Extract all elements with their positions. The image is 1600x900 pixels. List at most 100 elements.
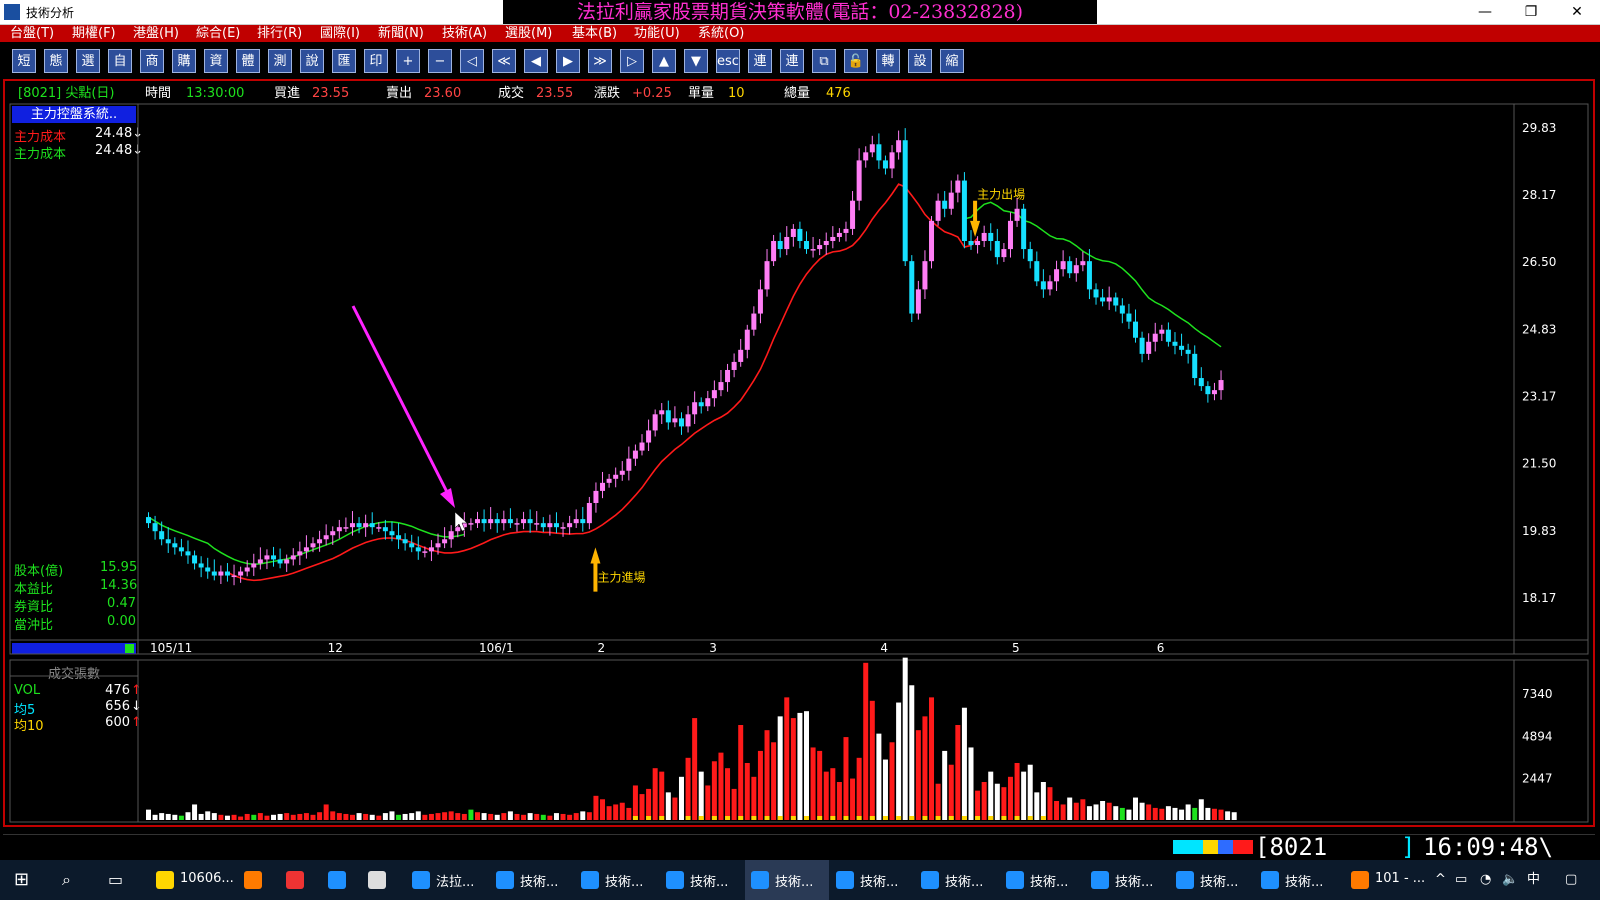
toolbar-explain-button[interactable]: 說: [300, 49, 324, 73]
taskbar-app-icon: [1351, 871, 1369, 889]
taskbar-app-icon: [412, 871, 430, 889]
toolbar-short-button[interactable]: 短: [12, 49, 36, 73]
toolbar-forward-button[interactable]: ▶: [556, 49, 580, 73]
toolbar-zoom-in-button[interactable]: +: [396, 49, 420, 73]
menu-fundamental[interactable]: 基本(B): [572, 25, 617, 42]
toolbar-purchase-button[interactable]: 購: [172, 49, 196, 73]
tray-chevron-icon[interactable]: ^: [1435, 868, 1446, 892]
taskbar-app-label: 技術...: [1115, 875, 1154, 890]
taskbar-app-3[interactable]: [322, 860, 360, 900]
menu-screener[interactable]: 選股(M): [505, 25, 552, 42]
taskbar-app-16[interactable]: 101 - ...: [1345, 860, 1429, 900]
restore-button[interactable]: ❐: [1508, 0, 1554, 24]
toolbar-window-button[interactable]: ⧉: [812, 49, 836, 73]
taskbar-app-icon: [1006, 871, 1024, 889]
close-button[interactable]: ✕: [1554, 0, 1600, 24]
taskbar-app-12[interactable]: 技術...: [1000, 860, 1084, 900]
toolbar-link-b-button[interactable]: 連: [780, 49, 804, 73]
taskbar-app-1[interactable]: [238, 860, 276, 900]
toolbar-print-button[interactable]: 印: [364, 49, 388, 73]
toolbar-test-button[interactable]: 測: [268, 49, 292, 73]
taskbar-app-label: 技術...: [1200, 875, 1239, 890]
toolbar-custom-button[interactable]: 自: [108, 49, 132, 73]
title-bar: 技術分析 法拉利贏家股票期貨決策軟體(電話：02-23832828) — ❐ ✕: [0, 0, 1600, 25]
menu-news[interactable]: 新聞(N): [378, 25, 424, 42]
toolbar-link-a-button[interactable]: 連: [748, 49, 772, 73]
menu-options[interactable]: 期權(F): [72, 25, 116, 42]
menu-international[interactable]: 國際(I): [320, 25, 360, 42]
toolbar-first-button[interactable]: ◁: [460, 49, 484, 73]
notification-icon[interactable]: ▢: [1565, 868, 1577, 892]
menu-hk[interactable]: 港盤(H): [133, 25, 179, 42]
taskbar-app-2[interactable]: [280, 860, 318, 900]
chart-frame: [3, 79, 1595, 827]
menu-bar: 台盤(T) 期權(F) 港盤(H) 綜合(E) 排行(R) 國際(I) 新聞(N…: [0, 25, 1600, 42]
volume-icon[interactable]: 🔈: [1502, 868, 1518, 892]
scroll-thumb[interactable]: [125, 644, 134, 653]
volume-value: 10: [728, 86, 745, 101]
taskbar-app-4[interactable]: [362, 860, 400, 900]
toolbar-lock-button[interactable]: 🔓: [844, 49, 868, 73]
toolbar-fast-forward-button[interactable]: ≫: [588, 49, 612, 73]
status-bar: [8021 ] 16:09:48\: [3, 833, 1595, 861]
minimize-button[interactable]: —: [1462, 0, 1508, 24]
taskbar-app-15[interactable]: 技術...: [1255, 860, 1339, 900]
battery-icon[interactable]: ▭: [1455, 868, 1467, 892]
ma10-arrow: ↑: [131, 715, 142, 730]
taskbar-app-icon: [666, 871, 684, 889]
taskbar-app-label: 10606...: [180, 871, 234, 886]
ma5-arrow: ↓: [131, 699, 142, 714]
bid-value: 23.55: [312, 86, 350, 101]
toolbar-back-button[interactable]: ◀: [524, 49, 548, 73]
wifi-icon[interactable]: ◔: [1480, 868, 1491, 892]
scroll-bar[interactable]: [12, 643, 136, 654]
control-system-header[interactable]: 主力控盤系統..: [12, 106, 136, 123]
fund-value-daytrade: 0.00: [107, 614, 136, 629]
toolbar-select-button[interactable]: 選: [76, 49, 100, 73]
toolbar-up-button[interactable]: ▲: [652, 49, 676, 73]
ask-label: 賣出: [386, 86, 413, 101]
app-title: 技術分析: [26, 6, 75, 20]
menu-system[interactable]: 系統(O): [698, 25, 744, 42]
start-icon[interactable]: ⊞: [14, 868, 34, 892]
taskbar-app-0[interactable]: 10606...: [150, 860, 234, 900]
toolbar-last-button[interactable]: ▷: [620, 49, 644, 73]
toolbar-data-button[interactable]: 資: [204, 49, 228, 73]
taskbar-app-6[interactable]: 技術...: [490, 860, 574, 900]
menu-composite[interactable]: 綜合(E): [196, 25, 240, 42]
search-icon[interactable]: ⌕: [62, 868, 82, 892]
windows-taskbar: ⊞ ⌕ ▭ 10606... 法拉... 技術... 技術... 技術... 技術... 技…: [0, 860, 1600, 900]
taskbar-app-icon: [581, 871, 599, 889]
vol-arrow: ↑: [131, 683, 142, 698]
menu-taipan[interactable]: 台盤(T): [10, 25, 54, 42]
taskbar-app-5[interactable]: 法拉...: [406, 860, 490, 900]
taskbar-app-13[interactable]: 技術...: [1085, 860, 1169, 900]
time-label: 時間: [145, 86, 172, 101]
toolbar-down-button[interactable]: ▼: [684, 49, 708, 73]
ime-indicator[interactable]: 中: [1527, 868, 1540, 892]
toolbar-body-button[interactable]: 體: [236, 49, 260, 73]
menu-functions[interactable]: 功能(U): [634, 25, 680, 42]
menu-technical[interactable]: 技術(A): [442, 25, 487, 42]
menu-ranking[interactable]: 排行(R): [257, 25, 302, 42]
taskbar-app-8[interactable]: 技術...: [660, 860, 744, 900]
fund-label-daytrade: 當沖比: [14, 618, 54, 633]
taskbar-app-7[interactable]: 技術...: [575, 860, 659, 900]
taskbar-app-label: 技術...: [605, 875, 644, 890]
toolbar-zoom-out-button[interactable]: −: [428, 49, 452, 73]
task-view-icon[interactable]: ▭: [108, 868, 128, 892]
toolbar-commodity-button[interactable]: 商: [140, 49, 164, 73]
bid-label: 買進: [274, 86, 301, 101]
toolbar-convert-button[interactable]: 轉: [876, 49, 900, 73]
taskbar-app-14[interactable]: 技術...: [1170, 860, 1254, 900]
toolbar-shrink-button[interactable]: 縮: [940, 49, 964, 73]
toolbar-status-button[interactable]: 態: [44, 49, 68, 73]
toolbar-exchange-button[interactable]: 匯: [332, 49, 356, 73]
taskbar-app-10[interactable]: 技術...: [830, 860, 914, 900]
taskbar-app-11[interactable]: 技術...: [915, 860, 999, 900]
vol-label: VOL: [14, 683, 41, 698]
toolbar-escape-button[interactable]: esc: [716, 49, 740, 73]
toolbar-settings-button[interactable]: 設: [908, 49, 932, 73]
toolbar-fast-back-button[interactable]: ≪: [492, 49, 516, 73]
taskbar-app-9[interactable]: 技術...: [745, 860, 829, 900]
